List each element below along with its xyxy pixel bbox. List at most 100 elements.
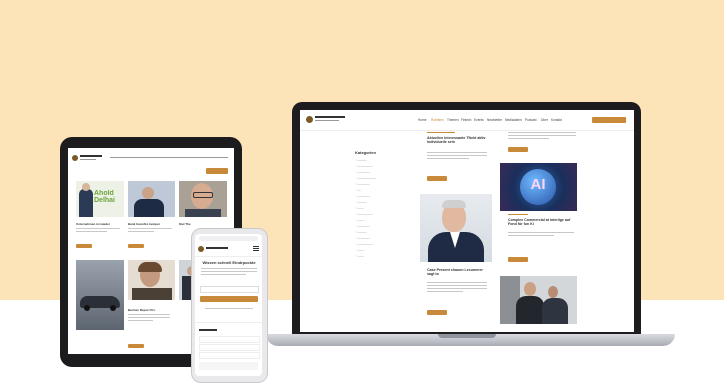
person-body xyxy=(134,199,164,217)
nav-item-4[interactable]: Events xyxy=(474,118,484,122)
laptop-notch xyxy=(438,334,496,338)
read-more-button[interactable] xyxy=(427,176,447,181)
article-title[interactable]: Buchen Report Pro xyxy=(128,308,175,312)
category-item[interactable]: — xyxy=(355,188,361,192)
site-logo-wordmark xyxy=(80,155,102,157)
footer-bar xyxy=(199,362,258,370)
article-excerpt xyxy=(508,132,576,141)
site-logo-tagline xyxy=(80,159,96,160)
subscribe-button[interactable] xyxy=(200,296,258,302)
category-item[interactable]: ———— xyxy=(355,224,370,228)
read-more-button[interactable] xyxy=(508,147,528,152)
nav-item-8[interactable]: Über xyxy=(541,118,548,122)
article-excerpt xyxy=(427,152,487,161)
site-header: Home Rubriken Themen Fintech Events News… xyxy=(300,110,634,131)
list-item[interactable] xyxy=(199,352,260,359)
section-title xyxy=(199,329,217,331)
category-item[interactable]: ——— xyxy=(355,200,367,204)
browser-address-bar[interactable] xyxy=(199,236,258,241)
read-more-button[interactable] xyxy=(128,344,144,348)
tablet-nav[interactable] xyxy=(110,157,228,158)
hair xyxy=(442,200,466,208)
email-field[interactable] xyxy=(200,286,259,293)
car-wheel xyxy=(110,305,116,311)
newsletter-heading: Wissen schnell Eindrpockte xyxy=(202,260,256,265)
article-photo-business[interactable] xyxy=(500,276,577,324)
article-photo[interactable] xyxy=(179,181,227,217)
article-excerpt xyxy=(427,282,487,294)
category-item[interactable]: ——— xyxy=(355,158,367,162)
person-body xyxy=(516,296,544,324)
article-photo[interactable] xyxy=(128,181,175,217)
nav-item-3[interactable]: Fintech xyxy=(461,118,471,122)
phone-screen: Wissen schnell Eindrpockte xyxy=(195,234,262,376)
categories-title: Kategorien xyxy=(355,150,376,155)
article-category-line xyxy=(508,214,528,215)
nav-item-2[interactable]: Themen xyxy=(447,118,459,122)
read-more-button[interactable] xyxy=(508,257,528,262)
site-logo-icon xyxy=(198,246,204,252)
category-item[interactable]: ————— xyxy=(355,242,373,246)
hair xyxy=(138,262,162,272)
article-excerpt xyxy=(128,228,172,234)
newsletter-button[interactable] xyxy=(592,117,626,123)
person-head xyxy=(524,282,536,296)
read-more-button[interactable] xyxy=(128,244,144,248)
menu-icon[interactable] xyxy=(253,246,259,247)
newsletter-button[interactable] xyxy=(206,168,228,174)
site-logo-wordmark xyxy=(206,247,228,249)
nav-item-6[interactable]: Mediadaten xyxy=(505,118,522,122)
person-body xyxy=(79,189,93,217)
category-item[interactable]: ——— xyxy=(355,230,367,234)
article-photo-ad[interactable]: Ahold Delhai xyxy=(76,181,124,217)
site-logo-icon xyxy=(72,155,78,161)
person-head xyxy=(548,286,558,298)
article-photo-ai[interactable]: AI xyxy=(500,163,577,211)
article-title[interactable]: Complex Commercial at Interlige auf Fond… xyxy=(508,218,576,226)
category-item[interactable]: —— xyxy=(355,218,364,222)
person-body xyxy=(132,288,172,300)
category-item[interactable]: ————— xyxy=(355,212,373,216)
category-item[interactable]: —— xyxy=(355,248,364,252)
person-body xyxy=(185,209,221,217)
article-photo-car[interactable] xyxy=(76,260,124,330)
person-head xyxy=(82,183,90,191)
nav-item-0[interactable]: Home xyxy=(418,118,427,122)
nav-item-5[interactable]: Newsletter xyxy=(487,118,502,122)
ai-label: AI xyxy=(530,176,546,193)
article-title[interactable]: Bank Genefire hemper xyxy=(128,222,175,226)
car-wheel xyxy=(84,305,90,311)
nav-item-7[interactable]: Podcast xyxy=(525,118,537,122)
article-title[interactable]: Aktuellen Interessante TNeld aktiv Indiv… xyxy=(427,136,495,144)
category-item[interactable]: ———— xyxy=(355,236,370,240)
article-title[interactable]: Case Present chauon Lecumerer sagt to xyxy=(427,268,489,276)
article-category-line xyxy=(427,132,455,133)
divider xyxy=(195,322,262,323)
category-item[interactable]: ———— xyxy=(355,170,370,174)
category-item[interactable]: —— xyxy=(355,254,364,258)
site-logo-icon xyxy=(306,116,313,123)
read-more-button[interactable] xyxy=(427,310,447,315)
person-head xyxy=(142,187,154,199)
ad-text: Ahold Delhai xyxy=(94,190,116,204)
list-item[interactable] xyxy=(199,344,260,351)
newsletter-text xyxy=(201,268,257,277)
category-item[interactable]: —— xyxy=(355,206,364,210)
person-body xyxy=(542,298,568,324)
nav-item-1[interactable]: Rubriken xyxy=(431,118,444,122)
site-header xyxy=(195,243,262,257)
category-item[interactable]: ———— xyxy=(355,194,370,198)
article-excerpt xyxy=(128,314,170,323)
category-item[interactable]: ————— xyxy=(355,164,373,168)
article-title[interactable]: Unternehmen ist wieder xyxy=(76,222,124,226)
read-more-button[interactable] xyxy=(76,244,92,248)
article-title[interactable]: Kiel The xyxy=(179,222,227,226)
category-item[interactable]: ———— xyxy=(355,182,370,186)
article-photo[interactable] xyxy=(128,260,175,300)
category-item[interactable]: —————— xyxy=(355,176,376,180)
nav-item-9[interactable]: Kontakt xyxy=(551,118,562,122)
list-item[interactable] xyxy=(199,336,260,343)
article-photo-portrait[interactable] xyxy=(420,194,492,262)
glasses xyxy=(193,192,213,198)
site-logo-tagline xyxy=(315,120,339,121)
